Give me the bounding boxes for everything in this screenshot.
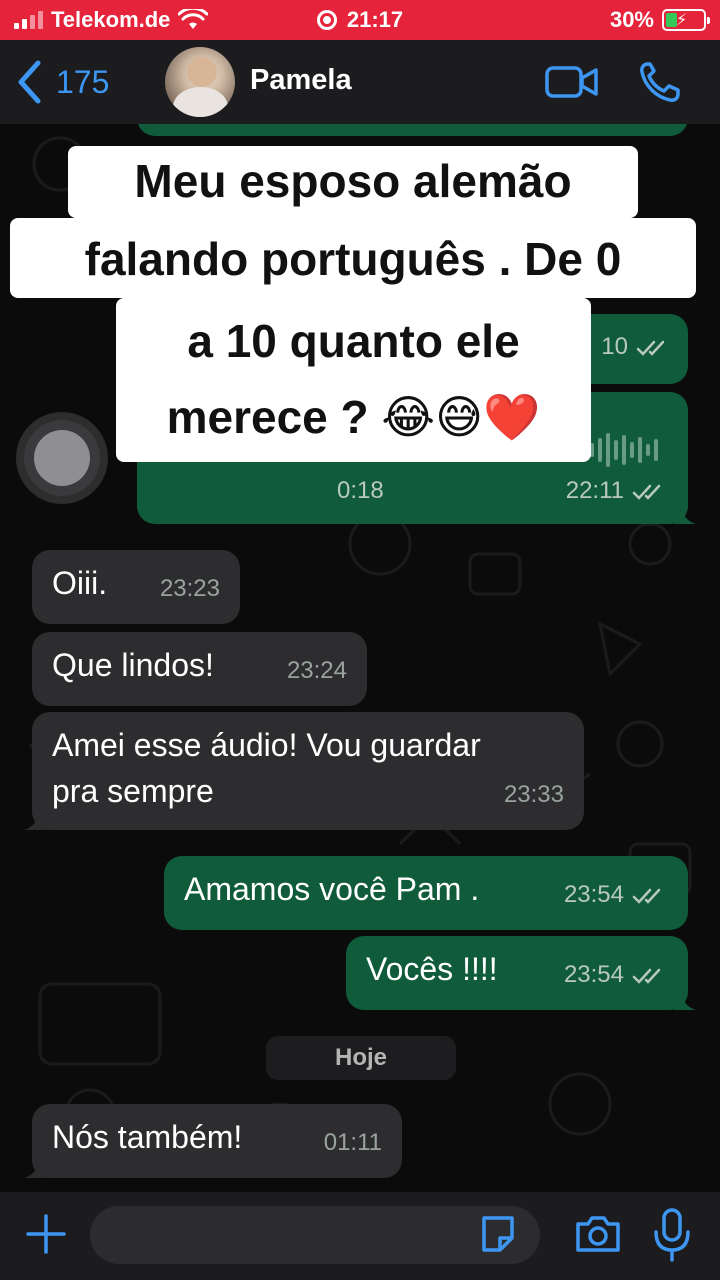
microphone-icon[interactable] — [650, 1206, 694, 1262]
message-bubble-in[interactable]: Que lindos! 23:24 — [32, 632, 367, 706]
message-time: 23:54 — [564, 872, 668, 918]
message-bubble-in[interactable]: Nós também! 01:11 — [24, 1104, 402, 1178]
message-bubble-in[interactable]: Amei esse áudio! Vou guardar pra sempre … — [24, 712, 584, 830]
bubble-tail — [24, 1156, 46, 1178]
contact-name[interactable]: Pamela — [250, 64, 352, 97]
message-text: Oiii. — [52, 565, 108, 601]
bubble-tail — [24, 808, 46, 830]
caption-line4: merece ? 😂😅❤️ — [166, 391, 541, 443]
sticker-icon[interactable] — [478, 1212, 518, 1256]
message-text: Que lindos! — [52, 647, 214, 683]
message-text-line2: pra sempre — [52, 773, 214, 809]
caption-line3: a 10 quanto ele — [187, 315, 520, 367]
phone-call-icon[interactable] — [636, 60, 692, 104]
message-text: Nós também! — [52, 1119, 243, 1155]
plus-icon[interactable] — [24, 1212, 68, 1256]
message-text: Vocês !!!! — [366, 951, 498, 987]
read-ticks-icon — [632, 484, 661, 500]
message-time: 23:54 — [564, 952, 668, 998]
read-ticks-icon — [636, 340, 665, 356]
video-call-icon[interactable] — [544, 60, 600, 104]
status-bar: Telekom.de 21:17 30% ⚡ — [0, 0, 720, 40]
audio-waveform[interactable] — [590, 430, 660, 470]
read-ticks-icon — [632, 888, 661, 904]
message-bubble-in[interactable]: Oiii. 23:23 — [32, 550, 240, 624]
camera-icon[interactable] — [574, 1212, 622, 1256]
status-left: Telekom.de — [14, 0, 209, 40]
signal-icon — [14, 11, 43, 29]
message-text-line1: Amei esse áudio! Vou guardar — [52, 727, 481, 763]
message-text: Amamos você Pam . — [184, 871, 480, 907]
chevron-left-icon — [18, 60, 41, 104]
message-bubble-out[interactable]: Vocês !!!! 23:54 — [346, 936, 696, 1010]
screen-record-icon — [316, 10, 337, 30]
battery-percent: 30% — [609, 7, 654, 32]
carrier-name: Telekom.de — [51, 7, 171, 32]
back-button[interactable]: 175 — [16, 58, 109, 106]
audio-duration: 0:18 — [337, 477, 384, 504]
message-time: 22:11 — [566, 468, 668, 514]
battery-charging-icon: ⚡ — [662, 9, 710, 31]
message-time: 10 — [601, 324, 672, 370]
bolt-icon: ⚡ — [676, 12, 688, 29]
avatar[interactable] — [165, 47, 235, 117]
date-separator: Hoje — [266, 1036, 456, 1080]
bubble-tail — [674, 988, 696, 1010]
message-bubble-out[interactable]: Amamos você Pam . 23:54 — [164, 856, 688, 930]
message-time: 23:33 — [503, 781, 564, 808]
bubble-tail — [674, 502, 696, 524]
message-time: 23:24 — [286, 657, 347, 684]
read-ticks-icon — [632, 968, 661, 984]
message-time: 01:11 — [323, 1129, 382, 1156]
message-input[interactable] — [90, 1206, 540, 1264]
wifi-icon — [178, 9, 209, 29]
caption-line2: falando português . De 0 — [84, 233, 622, 285]
chat-area[interactable]: 10 0:18 22:11 Oiii. 23:23 Que lindos! 23… — [0, 124, 720, 1192]
message-time: 23:23 — [159, 575, 220, 602]
status-time: 21:17 — [346, 7, 404, 32]
unread-count: 175 — [56, 63, 110, 100]
chat-header: 175 Pamela — [0, 40, 720, 124]
input-bar — [0, 1192, 720, 1280]
status-right: 30% ⚡ — [609, 0, 710, 40]
message-bubble-out[interactable] — [137, 124, 688, 136]
caption-line1: Meu esposo alemão — [134, 155, 572, 207]
audio-play-button[interactable] — [24, 420, 100, 496]
